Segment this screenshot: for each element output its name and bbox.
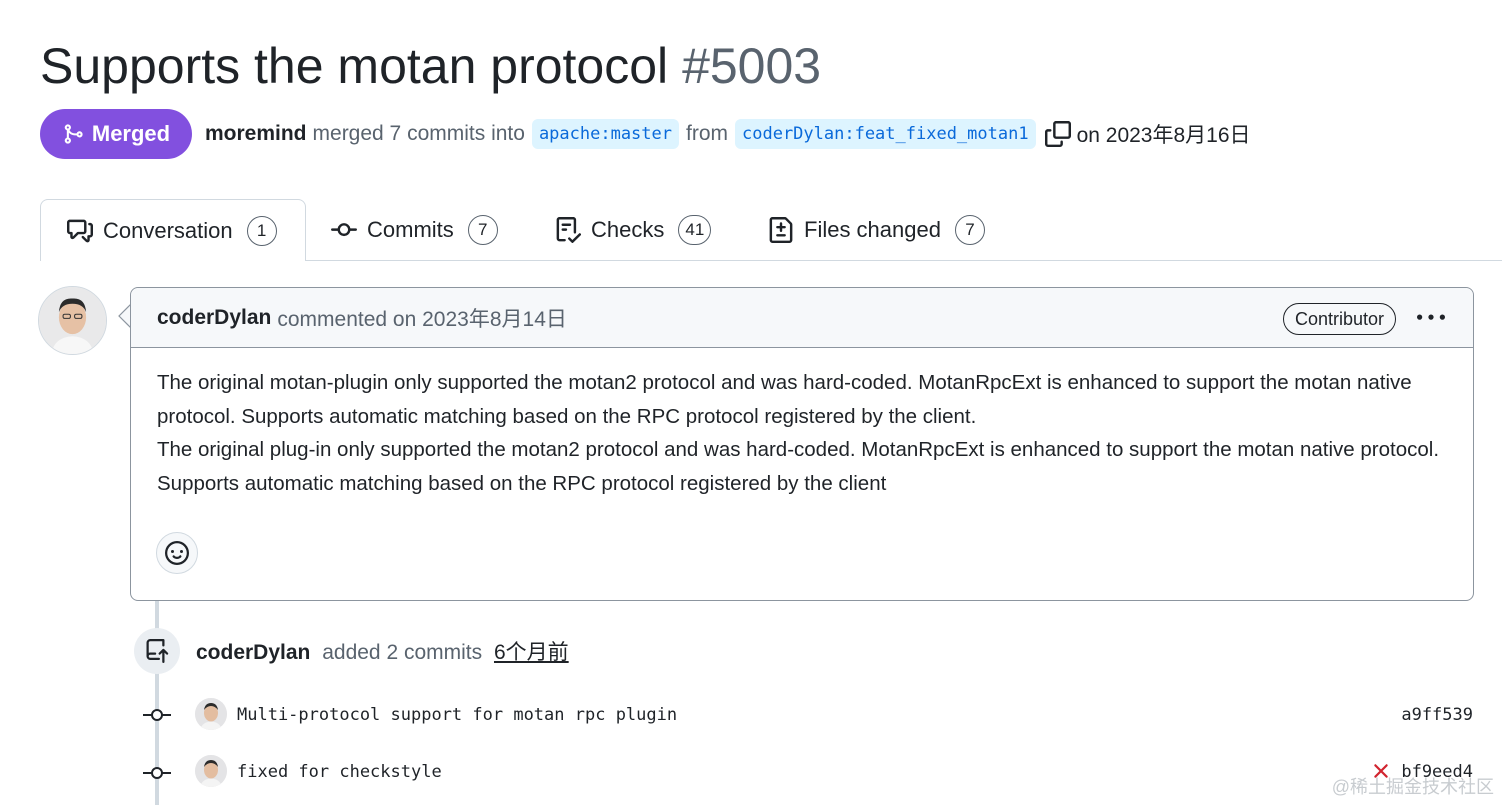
- comment-paragraph: The original motan-plugin only supported…: [157, 371, 1412, 428]
- tab-files-changed-label: Files changed: [804, 217, 941, 242]
- merge-text: merged 7 commits into: [312, 122, 525, 145]
- contributor-badge: Contributor: [1282, 303, 1396, 335]
- comment-discussion-icon: [67, 219, 93, 242]
- git-commit-icon: [143, 709, 171, 721]
- comment-body: The original motan-plugin only supported…: [131, 348, 1473, 500]
- file-diff-icon: [769, 217, 793, 243]
- pr-tabs: Conversation 1 Commits 7 Checks 41 Files…: [40, 199, 1502, 261]
- add-reaction-button[interactable]: [156, 532, 198, 574]
- comment-box: coderDylan commented on 2023年8月14日 Contr…: [130, 287, 1474, 601]
- tab-checks-count: 41: [678, 215, 712, 245]
- kebab-horizontal-icon[interactable]: [1415, 302, 1447, 334]
- pr-title: Supports the motan protocol #5003: [40, 34, 821, 98]
- checklist-icon: [556, 217, 581, 243]
- smiley-icon: [165, 541, 189, 565]
- merge-summary: moremind merged 7 commits into apache:ma…: [205, 114, 1251, 154]
- tab-files-changed[interactable]: Files changed 7: [768, 199, 985, 261]
- repo-push-icon: [134, 628, 180, 674]
- push-event: coderDylan added 2 commits 6个月前: [196, 636, 569, 666]
- commit-message-link[interactable]: fixed for checkstyle: [237, 762, 442, 782]
- tab-checks-label: Checks: [591, 217, 665, 242]
- push-time-link[interactable]: 6个月前: [494, 641, 569, 664]
- watermark: @稀土掘金技术社区: [1331, 777, 1494, 797]
- push-author-link[interactable]: coderDylan: [196, 641, 310, 664]
- avatar[interactable]: [38, 286, 107, 355]
- git-commit-icon: [331, 223, 357, 237]
- tab-checks[interactable]: Checks 41: [555, 199, 712, 261]
- tab-conversation-count: 1: [246, 215, 277, 246]
- git-commit-icon: [143, 767, 171, 779]
- tab-commits-count: 7: [467, 215, 498, 245]
- tab-conversation[interactable]: Conversation 1: [40, 199, 306, 261]
- tab-commits[interactable]: Commits 7: [331, 199, 498, 261]
- commit-author-avatar[interactable]: [195, 755, 227, 787]
- push-text: added 2 commits: [322, 641, 483, 664]
- base-branch-link[interactable]: apache:master: [531, 119, 679, 149]
- merger-link[interactable]: moremind: [205, 122, 307, 146]
- tab-conversation-label: Conversation: [103, 217, 233, 243]
- head-branch-link[interactable]: coderDylan:feat_fixed_motan1: [735, 119, 1036, 149]
- comment-author-link[interactable]: coderDylan: [157, 306, 271, 330]
- commit-sha-link[interactable]: a9ff539: [1401, 705, 1473, 725]
- pr-number: #5003: [682, 38, 822, 94]
- merge-date: on 2023年8月16日: [1076, 124, 1251, 147]
- tab-files-changed-count: 7: [954, 215, 985, 245]
- tab-commits-label: Commits: [367, 217, 454, 242]
- copy-icon[interactable]: [1043, 119, 1073, 149]
- pr-title-text: Supports the motan protocol: [40, 38, 669, 94]
- comment-action[interactable]: commented on 2023年8月14日: [277, 303, 567, 333]
- from-text: from: [686, 122, 728, 145]
- merged-state-badge: Merged: [40, 109, 192, 159]
- commit-author-avatar[interactable]: [195, 698, 227, 730]
- merged-state-label: Merged: [91, 121, 171, 146]
- commit-message-link[interactable]: Multi-protocol support for motan rpc plu…: [237, 705, 677, 725]
- git-merge-icon: [64, 124, 83, 144]
- comment-paragraph: The original plug-in only supported the …: [157, 438, 1440, 495]
- comment-header: coderDylan commented on 2023年8月14日 Contr…: [131, 288, 1473, 348]
